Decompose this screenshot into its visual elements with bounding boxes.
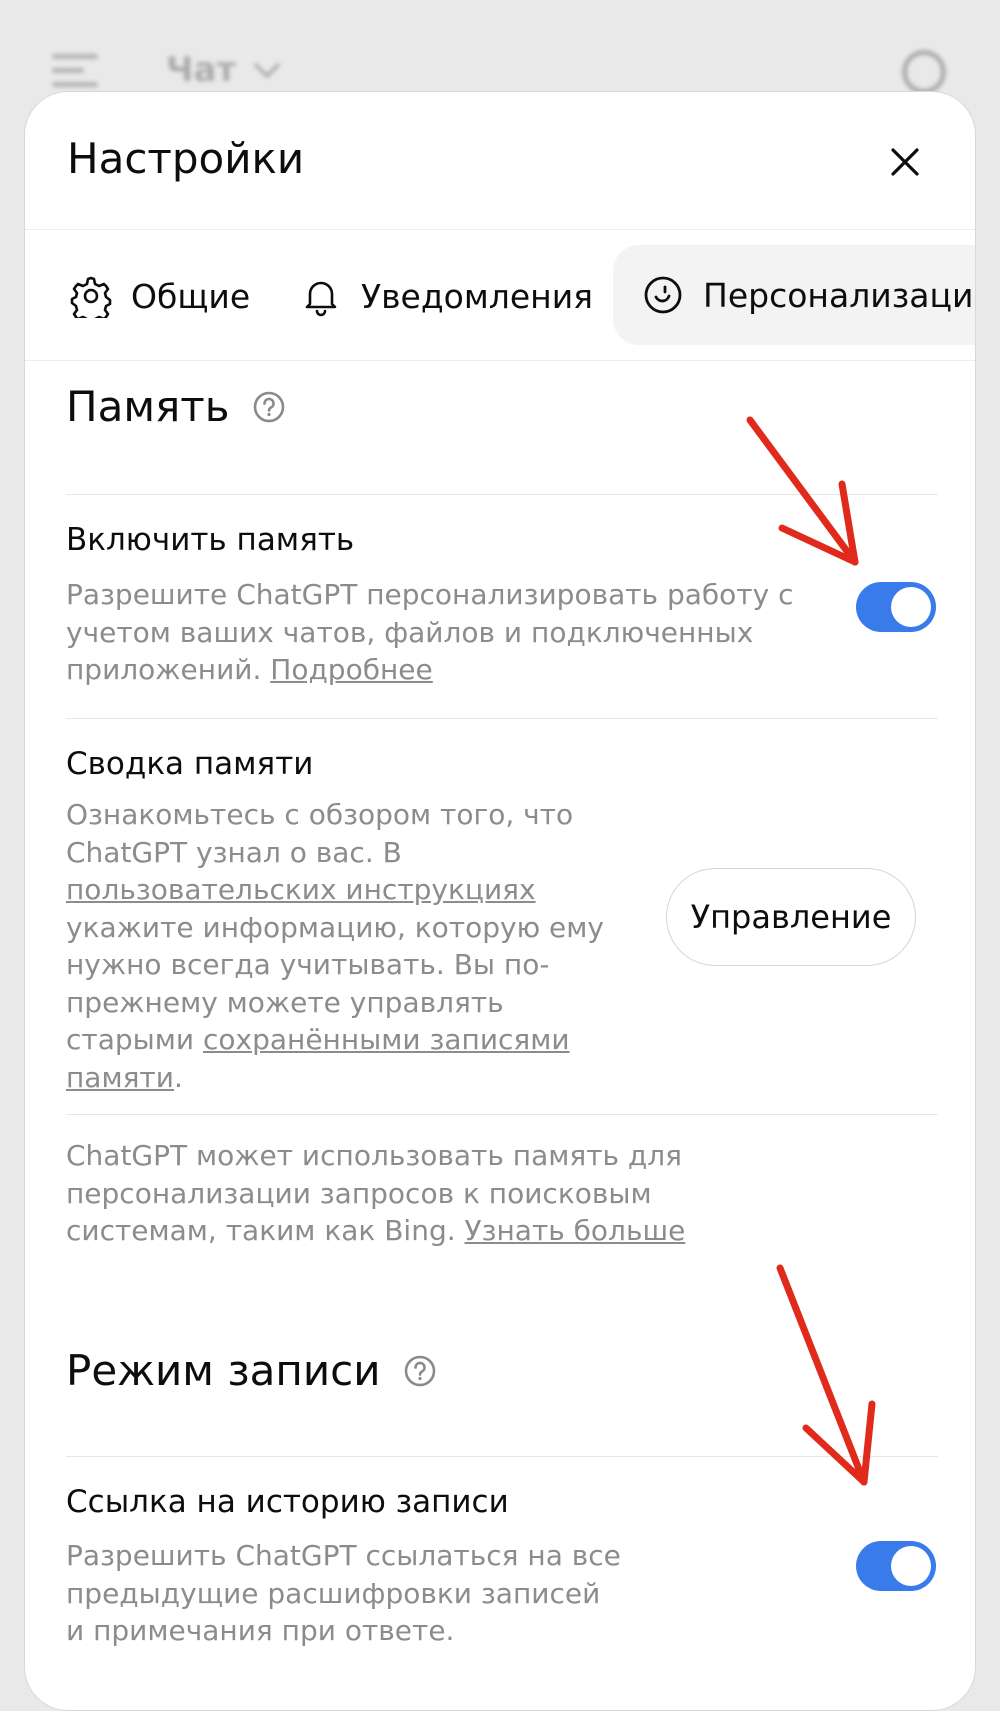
divider — [66, 494, 938, 495]
learn-more-bing-link[interactable]: Узнать больше — [465, 1214, 686, 1247]
custom-instructions-link[interactable]: пользовательских инструкциях — [66, 873, 536, 906]
enable-memory-description: Разрешите ChatGPT персонализировать рабо… — [66, 576, 826, 689]
enable-memory-title: Включить память — [66, 522, 355, 558]
learn-more-link[interactable]: Подробнее — [270, 653, 432, 686]
record-mode-section-label: Режим записи — [66, 1346, 381, 1395]
help-icon[interactable] — [252, 390, 286, 424]
manage-button[interactable]: Управление — [666, 868, 916, 966]
summary-text-1: Ознакомьтесь с обзором того, что ChatGPT… — [66, 798, 574, 869]
memory-section-label: Память — [66, 382, 230, 431]
divider — [66, 718, 938, 719]
enable-memory-toggle[interactable] — [856, 582, 936, 632]
memory-section-title: Память — [66, 382, 286, 431]
divider — [66, 1456, 938, 1457]
memory-summary-description: Ознакомьтесь с обзором того, что ChatGPT… — [66, 796, 606, 1096]
record-history-description: Разрешить ChatGPT ссылаться на все преды… — [66, 1539, 621, 1647]
settings-content: Память Включить память Разрешите ChatGPT… — [66, 0, 938, 1686]
record-mode-section-title: Режим записи — [66, 1346, 437, 1395]
search-note: ChatGPT может использовать память для пе… — [66, 1137, 766, 1250]
toggle-knob — [891, 587, 931, 627]
memory-summary-title: Сводка памяти — [66, 746, 314, 782]
summary-text-end: . — [173, 1060, 183, 1094]
record-history-toggle[interactable] — [856, 1541, 936, 1591]
toggle-knob — [891, 1546, 931, 1586]
tab-fade — [973, 245, 975, 345]
record-history-title: Ссылка на историю записи — [66, 1484, 509, 1520]
help-icon[interactable] — [403, 1354, 437, 1388]
divider — [66, 1114, 938, 1115]
